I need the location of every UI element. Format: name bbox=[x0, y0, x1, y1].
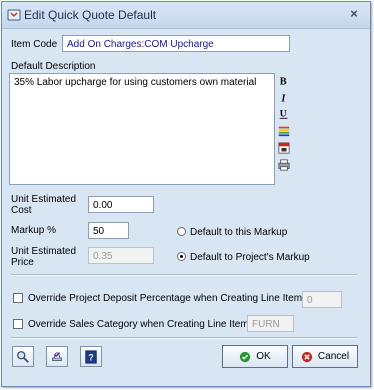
cancel-icon bbox=[301, 351, 313, 362]
markup-label: Markup % bbox=[11, 225, 57, 236]
default-to-projects-markup-label[interactable]: Default to Project's Markup bbox=[190, 252, 310, 263]
stamp-icon bbox=[52, 351, 62, 361]
check-icon bbox=[240, 351, 251, 362]
svg-text:B: B bbox=[280, 76, 287, 87]
separator bbox=[11, 274, 357, 276]
unit-estimated-cost-label-line2: Cost bbox=[11, 205, 32, 216]
bold-icon[interactable]: B bbox=[277, 74, 291, 88]
help-button[interactable]: ? bbox=[80, 346, 102, 367]
stamp-button[interactable] bbox=[46, 346, 68, 367]
underline-icon[interactable]: U bbox=[277, 107, 291, 121]
override-sales-category-field: FURN bbox=[247, 315, 294, 332]
default-to-this-markup-radio[interactable] bbox=[177, 227, 186, 236]
help-icon: ? bbox=[85, 349, 97, 364]
italic-icon[interactable]: I bbox=[277, 91, 291, 105]
dialog-window: Edit Quick Quote Default × Item Code Add… bbox=[1, 1, 371, 387]
markup-field[interactable]: 50 bbox=[88, 222, 129, 239]
override-deposit-checkbox[interactable] bbox=[13, 293, 23, 303]
ok-label: OK bbox=[256, 351, 271, 362]
svg-text:?: ? bbox=[88, 352, 93, 362]
print-icon[interactable] bbox=[277, 158, 291, 172]
unit-estimated-price-field: 0.35 bbox=[88, 247, 154, 264]
unit-estimated-price-label-line1: Unit Estimated bbox=[11, 246, 77, 257]
default-description-text: 35% Labor upcharge for using customers o… bbox=[14, 77, 257, 88]
override-deposit-label[interactable]: Override Project Deposit Percentage when… bbox=[28, 293, 302, 304]
title-bar: Edit Quick Quote Default × bbox=[2, 2, 370, 29]
default-to-this-markup-label[interactable]: Default to this Markup bbox=[190, 227, 287, 238]
cancel-label: Cancel bbox=[317, 351, 350, 362]
override-deposit-field: 0 bbox=[302, 291, 342, 308]
ok-button[interactable]: OK bbox=[222, 345, 288, 368]
default-description-label: Default Description bbox=[11, 61, 96, 72]
separator bbox=[11, 337, 357, 339]
search-button[interactable] bbox=[12, 346, 34, 367]
window-title: Edit Quick Quote Default bbox=[24, 8, 157, 22]
override-sales-category-label[interactable]: Override Sales Category when Creating Li… bbox=[28, 319, 249, 330]
app-icon bbox=[7, 9, 21, 21]
search-icon bbox=[17, 350, 29, 363]
unit-estimated-price-label-line2: Price bbox=[11, 257, 34, 268]
cancel-button[interactable]: Cancel bbox=[292, 345, 358, 368]
dialog-body: Item Code Add On Charges:COM Upcharge De… bbox=[6, 30, 366, 383]
unit-estimated-cost-field[interactable]: 0.00 bbox=[88, 196, 154, 213]
color-icon[interactable] bbox=[277, 124, 291, 138]
svg-text:I: I bbox=[280, 93, 286, 104]
calendar-icon[interactable] bbox=[277, 141, 291, 155]
override-sales-category-checkbox[interactable] bbox=[13, 319, 23, 329]
default-to-projects-markup-radio[interactable] bbox=[177, 252, 186, 261]
unit-estimated-cost-label-line1: Unit Estimated bbox=[11, 194, 77, 205]
item-code-label: Item Code bbox=[11, 39, 58, 50]
close-icon[interactable]: × bbox=[347, 7, 361, 21]
default-description-field[interactable]: 35% Labor upcharge for using customers o… bbox=[9, 73, 275, 185]
item-code-field[interactable]: Add On Charges:COM Upcharge bbox=[62, 35, 290, 52]
